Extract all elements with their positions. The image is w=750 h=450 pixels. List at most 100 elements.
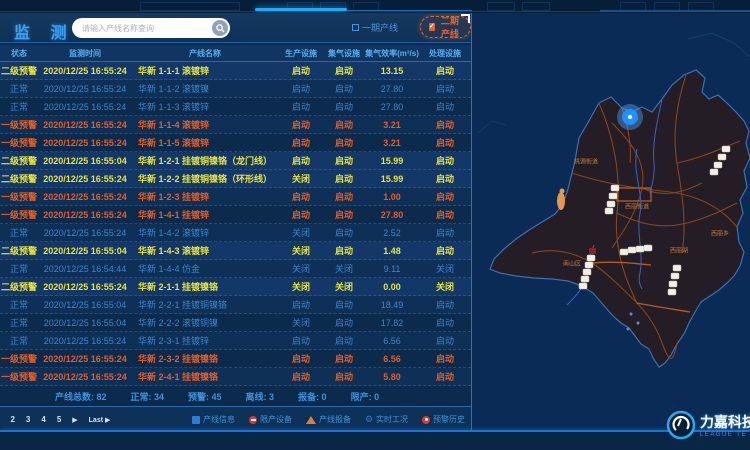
cell-time: 2020/12/25 16:55:24 [38, 192, 132, 202]
cell-name: 华新 1-1-4 滚镀锌 [132, 118, 278, 131]
site-marker[interactable] [583, 269, 591, 275]
orange-poi-marker[interactable] [560, 189, 565, 194]
site-marker[interactable] [611, 185, 619, 191]
site-marker[interactable] [718, 154, 726, 160]
cell-efficiency: 15.99 [364, 174, 420, 184]
cell-treatment-facility: 启动 [420, 154, 470, 167]
table-row[interactable]: 一级预警2020/12/25 16:55:24华新 1-4-1 挂镀锌启动启动2… [0, 206, 471, 224]
cell-time: 2020/12/25 16:54:44 [38, 264, 132, 274]
cell-production-facility: 启动 [278, 136, 324, 149]
legend: 产线信息 限产设备 产线报备 ⚙实时工况 预警历史 [192, 414, 465, 425]
pagination: 12345▶Last ▶ [0, 415, 110, 424]
page-button[interactable]: 3 [26, 415, 30, 424]
cell-status: 二级预警 [0, 280, 38, 293]
legend-item-tri[interactable]: 产线报备 [306, 414, 351, 425]
site-marker[interactable] [714, 162, 722, 168]
site-marker[interactable] [628, 247, 636, 253]
legend-item-noentry[interactable]: 限产设备 [249, 414, 292, 425]
table-row[interactable]: 正常2020/12/25 16:55:24华新 1-4-2 滚镀锌关闭启动2.5… [0, 224, 471, 242]
cell-gas-facility: 关闭 [324, 280, 364, 293]
orange-poi-marker[interactable] [557, 192, 565, 210]
table-row[interactable]: 一级预警2020/12/25 16:55:24华新 1-2-3 挂镀锌启动启动1… [0, 188, 471, 206]
cell-gas-facility: 启动 [324, 64, 364, 77]
search-input[interactable] [72, 24, 212, 33]
map-blue-dot [630, 313, 633, 316]
table-row[interactable]: 二级预警2020/12/25 16:55:24华新 2-1-1 挂镀镍铬关闭关闭… [0, 278, 471, 296]
site-marker[interactable] [605, 208, 613, 214]
cell-name: 华新 1-4-4 仿金 [132, 262, 278, 275]
header-ghost-rect [487, 2, 515, 11]
cell-time: 2020/12/25 16:55:24 [38, 210, 132, 220]
last-page-button[interactable]: Last ▶ [89, 416, 111, 424]
column-header-6: 处理设施 [420, 48, 470, 59]
table-row[interactable]: 正常2020/12/25 16:55:04华新 2-2-2 滚镀铜镍关闭启动17… [0, 314, 471, 332]
legend-item-gear[interactable]: ⚙实时工况 [365, 414, 408, 425]
site-marker[interactable] [669, 281, 677, 287]
table-row[interactable]: 二级预警2020/12/25 16:55:04华新 1-4-3 滚镀锌关闭启动1… [0, 242, 471, 260]
table-row[interactable]: 二级预警2020/12/25 16:55:24华新 1-2-2 挂镀铜镍铬（环形… [0, 170, 471, 188]
table-row[interactable]: 一级预警2020/12/25 16:55:24华新 2-3-2 挂镀镍铬启动启动… [0, 350, 471, 368]
cell-efficiency: 27.80 [364, 84, 420, 94]
legend-label: 产线报备 [319, 414, 351, 425]
table-row[interactable]: 正常2020/12/25 16:55:24华新 1-1-3 滚镀锌启动启动27.… [0, 98, 471, 116]
cell-production-facility: 关闭 [278, 262, 324, 275]
legend-item-square[interactable]: 产线信息 [192, 414, 235, 425]
site-marker[interactable] [668, 289, 676, 295]
cell-efficiency: 27.80 [364, 210, 420, 220]
cell-status: 一级预警 [0, 370, 38, 383]
cell-time: 2020/12/25 16:55:24 [38, 372, 132, 382]
site-marker[interactable] [585, 262, 593, 268]
page-button[interactable]: 5 [57, 415, 61, 424]
map-blue-dot [627, 328, 630, 331]
site-marker[interactable] [609, 193, 617, 199]
site-marker[interactable] [722, 146, 730, 152]
table-row[interactable]: 二级预警2020/12/25 16:55:04华新 1-2-1 挂镀铜镍铬（龙门… [0, 152, 471, 170]
page-button[interactable]: 2 [10, 415, 14, 424]
site-marker[interactable] [673, 265, 681, 271]
cell-gas-facility: 启动 [324, 154, 364, 167]
table-row[interactable]: 一级预警2020/12/25 16:55:24华新 1-1-4 滚镀锌启动启动3… [0, 116, 471, 134]
table-row[interactable]: 正常2020/12/25 16:55:24华新 2-3-1 挂镀锌启动启动6.5… [0, 332, 471, 350]
site-marker[interactable] [710, 169, 718, 175]
cell-time: 2020/12/25 16:55:24 [38, 84, 132, 94]
next-page-button[interactable]: ▶ [72, 416, 77, 424]
site-marker[interactable] [581, 276, 589, 282]
red-site-marker[interactable] [589, 248, 596, 254]
page-title: 监 测 [14, 19, 74, 43]
search-icon[interactable] [212, 20, 228, 36]
cell-treatment-facility: 启动 [420, 118, 470, 131]
phase1-label: 一期产线 [362, 21, 398, 34]
table-row[interactable]: 正常2020/12/25 16:54:44华新 1-4-4 仿金关闭关闭9.11… [0, 260, 471, 278]
summary-item: 产线总数: 82 [55, 390, 107, 403]
site-marker[interactable] [620, 249, 628, 255]
site-marker[interactable] [636, 246, 644, 252]
site-marker[interactable] [579, 283, 587, 289]
cell-production-facility: 启动 [278, 118, 324, 131]
cell-production-facility: 关闭 [278, 280, 324, 293]
legend-item-dot[interactable]: 预警历史 [422, 414, 465, 425]
cell-treatment-facility: 启动 [420, 370, 470, 383]
table-row[interactable]: 一级预警2020/12/25 16:55:24华新 1-1-5 滚镀锌启动启动3… [0, 134, 471, 152]
cell-treatment-facility: 启动 [420, 208, 470, 221]
site-marker[interactable] [587, 255, 595, 261]
site-marker[interactable] [671, 273, 679, 279]
site-marker[interactable] [607, 201, 615, 207]
cell-efficiency: 1.00 [364, 192, 420, 202]
table-row[interactable]: 正常2020/12/25 16:55:24华新 1-1-2 滚镀镍启动启动27.… [0, 80, 471, 98]
table-row[interactable]: 二级预警2020/12/25 16:55:24华新 1-1-1 滚镀锌启动启动1… [0, 62, 471, 80]
cell-treatment-facility: 启动 [420, 226, 470, 239]
logo-icon [666, 410, 696, 440]
legend-label: 产线信息 [203, 414, 235, 425]
cell-gas-facility: 关闭 [324, 262, 364, 275]
table-row[interactable]: 一级预警2020/12/25 16:55:24华新 2-4-1 挂镀镍铬启动启动… [0, 368, 471, 386]
map-outer-boundary [478, 121, 506, 133]
summary-item: 预警: 45 [188, 390, 222, 403]
page-button[interactable]: 4 [41, 415, 45, 424]
column-header-4: 集气设施 [324, 48, 364, 59]
table-row[interactable]: 正常2020/12/25 16:55:04华新 2-2-1 挂镀铜镍铬启动启动1… [0, 296, 471, 314]
cell-production-facility: 启动 [278, 298, 324, 311]
cell-efficiency: 0.00 [364, 282, 420, 292]
site-marker[interactable] [644, 245, 652, 251]
map-panel[interactable]: 桃源街道西丽街道南山区西丽湖西丽乡 [471, 13, 750, 432]
phase1-checkbox[interactable]: 一期产线 [352, 21, 398, 34]
